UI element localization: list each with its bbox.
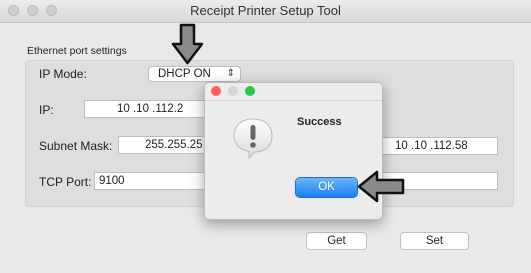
tcp-port-label: TCP Port: (39, 175, 92, 189)
dialog-zoom-icon[interactable] (245, 86, 255, 96)
window-title: Receipt Printer Setup Tool (190, 3, 341, 18)
ok-button[interactable]: OK (296, 178, 357, 197)
arrow-left-icon (357, 170, 405, 203)
section-label: Ethernet port settings (27, 45, 127, 57)
get-button[interactable]: Get (306, 232, 367, 250)
dialog-close-icon[interactable] (211, 86, 221, 96)
arrow-down-icon (171, 23, 204, 65)
ip-mode-select[interactable]: DHCP ON ⇕ (148, 66, 241, 82)
dialog-title: Success (297, 116, 342, 128)
gateway-field[interactable]: 10 .10 .112.58 (382, 137, 498, 155)
ip-mode-label: IP Mode: (39, 67, 87, 81)
ip-field[interactable]: 10 .10 .112.2 (84, 100, 214, 118)
exclamation-icon (233, 118, 273, 160)
ip-mode-value: DHCP ON (158, 68, 211, 80)
dialog-minimize-icon[interactable] (228, 86, 238, 96)
subnet-mask-label: Subnet Mask: (39, 139, 113, 153)
chevron-updown-icon: ⇕ (226, 68, 235, 79)
set-button[interactable]: Set (400, 232, 469, 250)
dialog-titlebar (205, 83, 382, 101)
window-titlebar: Receipt Printer Setup Tool (0, 0, 531, 23)
tcp-port-field[interactable]: 9100 (94, 172, 214, 190)
subnet-mask-field[interactable]: 255.255.25 (118, 136, 214, 154)
ip-label: IP: (39, 103, 54, 117)
